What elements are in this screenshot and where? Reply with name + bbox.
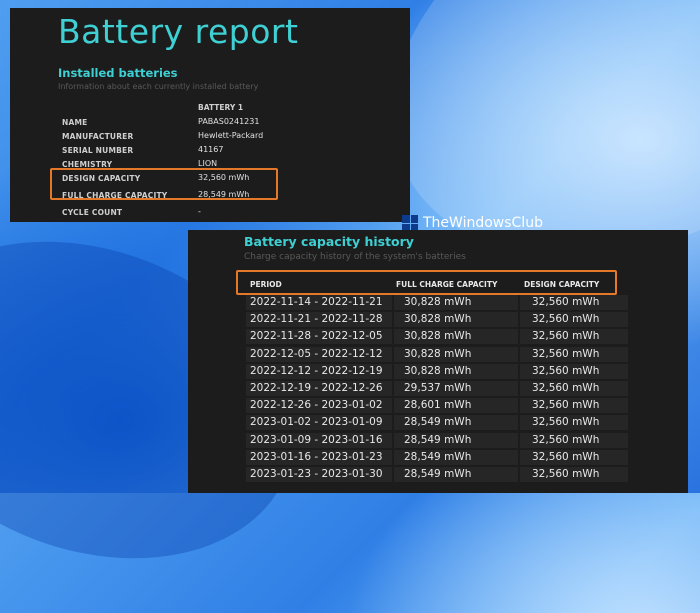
design-capacity-cell: 32,560 mWh	[520, 346, 628, 362]
battery-row-value: Hewlett-Packard	[198, 131, 264, 140]
battery-row-value: PABAS0241231	[198, 117, 260, 126]
battery-row-label: MANUFACTURER	[62, 132, 134, 141]
design-capacity-cell: 32,560 mWh	[520, 295, 628, 310]
battery-row-value: -	[198, 207, 201, 216]
full-charge-cell: 28,549 mWh	[394, 466, 518, 482]
full-charge-cell: 28,549 mWh	[394, 449, 518, 465]
capacity-highlight-box	[50, 168, 278, 200]
full-charge-cell: 30,828 mWh	[394, 312, 518, 328]
table-row: 2022-12-26 - 2023-01-02 28,601 mWh 32,56…	[246, 397, 628, 414]
battery-table-header: BATTERY 1	[62, 102, 362, 116]
installed-batteries-heading: Installed batteries	[58, 66, 178, 80]
installed-batteries-panel: Battery report Installed batteries Infor…	[10, 8, 410, 222]
design-capacity-cell: 32,560 mWh	[520, 329, 628, 345]
battery-row-label: SERIAL NUMBER	[62, 146, 134, 155]
period-cell: 2022-11-28 - 2022-12-05	[246, 329, 392, 345]
period-cell: 2022-12-05 - 2022-12-12	[246, 346, 392, 362]
table-row: 2022-11-28 - 2022-12-05 30,828 mWh 32,56…	[246, 328, 628, 345]
table-row: 2022-11-21 - 2022-11-28 30,828 mWh 32,56…	[246, 311, 628, 328]
watermark-text: TheWindowsClub	[423, 215, 543, 231]
design-capacity-cell: 32,560 mWh	[520, 363, 628, 379]
period-cell: 2023-01-09 - 2023-01-16	[246, 432, 392, 448]
capacity-history-subtitle: Charge capacity history of the system's …	[244, 252, 466, 262]
design-capacity-cell: 32,560 mWh	[520, 312, 628, 328]
capacity-history-panel: Battery capacity history Charge capacity…	[188, 230, 688, 493]
full-charge-cell: 28,549 mWh	[394, 415, 518, 431]
battery-row-label: NAME	[62, 118, 88, 127]
full-charge-cell: 30,828 mWh	[394, 363, 518, 379]
table-row: 2022-12-12 - 2022-12-19 30,828 mWh 32,56…	[246, 363, 628, 380]
table-row: 2022-12-05 - 2022-12-12 30,828 mWh 32,56…	[246, 346, 628, 363]
full-charge-cell: 30,828 mWh	[394, 346, 518, 362]
design-capacity-cell: 32,560 mWh	[520, 398, 628, 414]
table-row: 2023-01-02 - 2023-01-09 28,549 mWh 32,56…	[246, 414, 628, 431]
windows-logo-icon	[402, 215, 418, 231]
table-row: 2023-01-16 - 2023-01-23 28,549 mWh 32,56…	[246, 449, 628, 466]
header-highlight-box	[236, 270, 617, 295]
history-table-body: 2022-11-14 - 2022-11-21 30,828 mWh 32,56…	[246, 294, 628, 483]
full-charge-cell: 30,828 mWh	[394, 295, 518, 310]
period-cell: 2022-11-21 - 2022-11-28	[246, 312, 392, 328]
design-capacity-cell: 32,560 mWh	[520, 432, 628, 448]
period-cell: 2022-12-12 - 2022-12-19	[246, 363, 392, 379]
table-row: 2023-01-09 - 2023-01-16 28,549 mWh 32,56…	[246, 432, 628, 449]
period-cell: 2022-12-26 - 2023-01-02	[246, 398, 392, 414]
period-cell: 2023-01-02 - 2023-01-09	[246, 415, 392, 431]
installed-batteries-subtitle: Information about each currently install…	[58, 82, 259, 91]
battery-column-header: BATTERY 1	[198, 103, 244, 112]
table-row: 2022-12-19 - 2022-12-26 29,537 mWh 32,56…	[246, 380, 628, 397]
battery-row-cycle-count: CYCLE COUNT -	[62, 206, 362, 220]
table-row: 2023-01-23 - 2023-01-30 28,549 mWh 32,56…	[246, 466, 628, 483]
full-charge-cell: 28,549 mWh	[394, 432, 518, 448]
battery-row-manufacturer: MANUFACTURER Hewlett-Packard	[62, 130, 362, 144]
full-charge-cell: 29,537 mWh	[394, 380, 518, 396]
battery-row-serial-number: SERIAL NUMBER 41167	[62, 144, 362, 158]
battery-row-value: 41167	[198, 145, 224, 154]
battery-row-value: LION	[198, 159, 218, 168]
design-capacity-cell: 32,560 mWh	[520, 380, 628, 396]
capacity-history-heading: Battery capacity history	[244, 234, 414, 249]
battery-info-table: BATTERY 1 NAME PABAS0241231 MANUFACTURER…	[62, 102, 362, 220]
table-row: 2022-11-14 - 2022-11-21 30,828 mWh 32,56…	[246, 294, 628, 311]
full-charge-cell: 28,601 mWh	[394, 398, 518, 414]
full-charge-cell: 30,828 mWh	[394, 329, 518, 345]
battery-row-name: NAME PABAS0241231	[62, 116, 362, 130]
period-cell: 2022-12-19 - 2022-12-26	[246, 380, 392, 396]
report-title: Battery report	[58, 12, 299, 51]
design-capacity-cell: 32,560 mWh	[520, 466, 628, 482]
design-capacity-cell: 32,560 mWh	[520, 415, 628, 431]
period-cell: 2023-01-23 - 2023-01-30	[246, 466, 392, 482]
design-capacity-cell: 32,560 mWh	[520, 449, 628, 465]
battery-row-label: CYCLE COUNT	[62, 208, 123, 217]
period-cell: 2022-11-14 - 2022-11-21	[246, 295, 392, 310]
period-cell: 2023-01-16 - 2023-01-23	[246, 449, 392, 465]
